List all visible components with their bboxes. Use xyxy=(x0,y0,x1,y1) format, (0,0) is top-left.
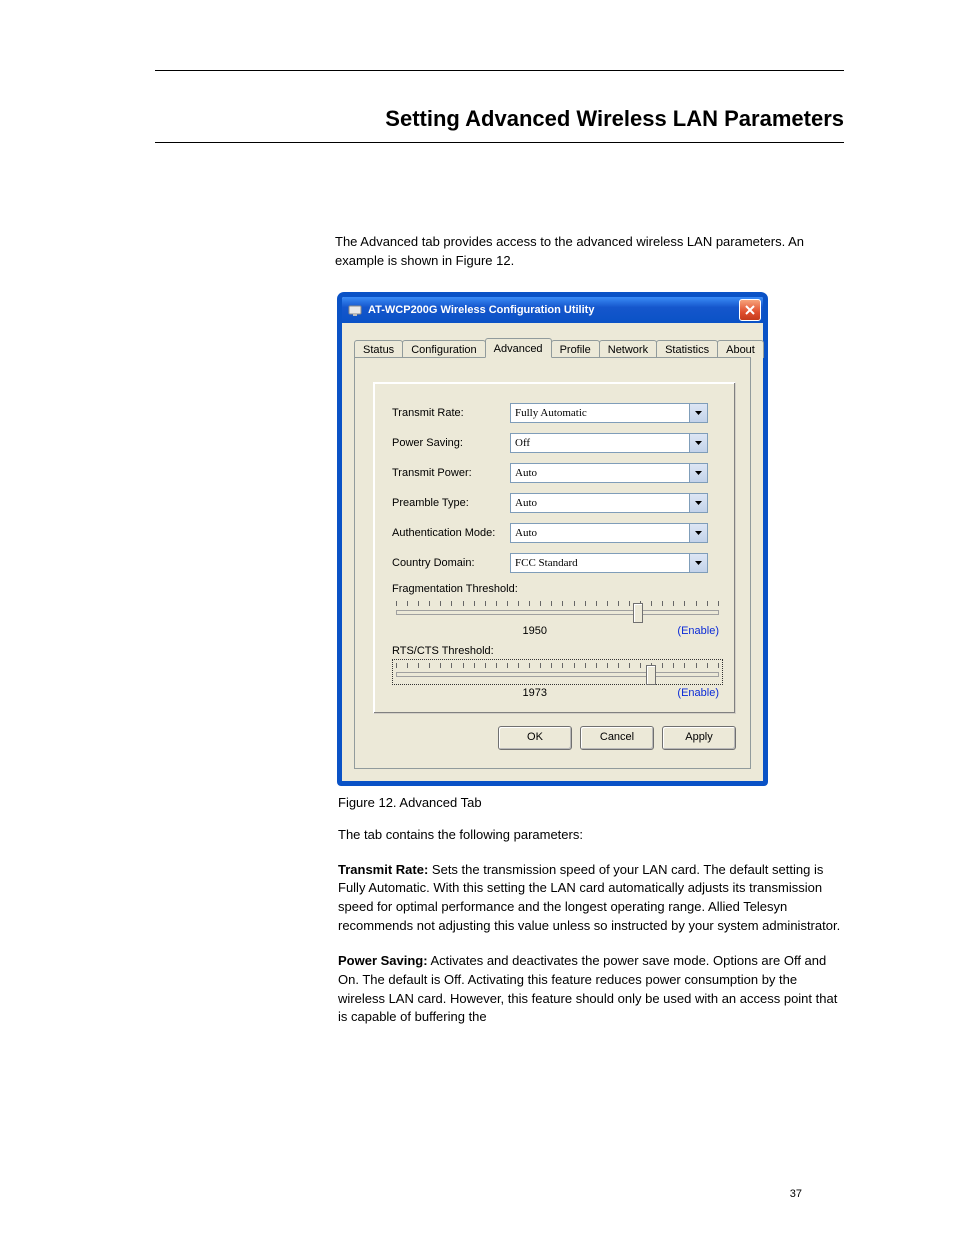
chevron-down-icon[interactable] xyxy=(689,404,707,422)
label-transmit-rate: Transmit Rate: xyxy=(392,407,510,419)
tab-network[interactable]: Network xyxy=(599,340,657,358)
page-number: 37 xyxy=(790,1188,802,1200)
combo-value: Auto xyxy=(515,467,537,479)
label-country-domain: Country Domain: xyxy=(392,557,510,569)
row-preamble-type: Preamble Type: Auto xyxy=(392,493,723,513)
tab-statistics[interactable]: Statistics xyxy=(656,340,718,358)
tab-strip: Status Configuration Advanced Profile Ne… xyxy=(354,338,751,358)
combo-transmit-power[interactable]: Auto xyxy=(510,463,708,483)
row-transmit-rate: Transmit Rate: Fully Automatic xyxy=(392,403,723,423)
apply-button[interactable]: Apply xyxy=(662,726,736,750)
titlebar[interactable]: AT-WCP200G Wireless Configuration Utilit… xyxy=(342,297,763,323)
combo-value: Off xyxy=(515,437,530,449)
chevron-down-icon[interactable] xyxy=(689,494,707,512)
combo-value: Auto xyxy=(515,497,537,509)
chapter-title: Setting Advanced Wireless LAN Parameters xyxy=(155,106,844,132)
body-paragraph-2: Transmit Rate: Sets the transmission spe… xyxy=(338,861,844,936)
term-transmit-rate: Transmit Rate: xyxy=(338,862,428,877)
tab-configuration[interactable]: Configuration xyxy=(402,340,485,358)
body-paragraph-1: The tab contains the following parameter… xyxy=(338,826,844,845)
slider-fragmentation[interactable] xyxy=(392,597,723,623)
combo-value: FCC Standard xyxy=(515,557,578,569)
slider-thumb[interactable] xyxy=(646,665,656,685)
row-country-domain: Country Domain: FCC Standard xyxy=(392,553,723,573)
label-auth-mode: Authentication Mode: xyxy=(392,527,510,539)
combo-preamble-type[interactable]: Auto xyxy=(510,493,708,513)
figure-caption: Figure 12. Advanced Tab xyxy=(338,795,844,810)
label-preamble-type: Preamble Type: xyxy=(392,497,510,509)
combo-transmit-rate[interactable]: Fully Automatic xyxy=(510,403,708,423)
combo-country-domain[interactable]: FCC Standard xyxy=(510,553,708,573)
row-auth-mode: Authentication Mode: Auto xyxy=(392,523,723,543)
slider-rail xyxy=(396,610,719,615)
rts-value: 1973 xyxy=(392,687,677,699)
ok-button[interactable]: OK xyxy=(498,726,572,750)
label-rts: RTS/CTS Threshold: xyxy=(392,645,723,657)
term-power-saving: Power Saving: xyxy=(338,953,428,968)
chevron-down-icon[interactable] xyxy=(689,464,707,482)
chevron-down-icon[interactable] xyxy=(689,554,707,572)
frag-enable-link[interactable]: (Enable) xyxy=(677,625,719,637)
body-paragraph-3: Power Saving: Activates and deactivates … xyxy=(338,952,844,1027)
close-button[interactable] xyxy=(739,299,761,321)
slider-ticks xyxy=(396,601,719,607)
tab-about[interactable]: About xyxy=(717,340,764,358)
slider-thumb[interactable] xyxy=(633,603,643,623)
frag-value: 1950 xyxy=(392,625,677,637)
top-rule xyxy=(155,70,844,71)
dialog-window: AT-WCP200G Wireless Configuration Utilit… xyxy=(338,293,767,785)
tab-status[interactable]: Status xyxy=(354,340,403,358)
chapter-rule xyxy=(155,142,844,143)
label-transmit-power: Transmit Power: xyxy=(392,467,510,479)
tab-advanced[interactable]: Advanced xyxy=(485,338,552,358)
cancel-button[interactable]: Cancel xyxy=(580,726,654,750)
slider-ticks xyxy=(396,663,719,669)
chevron-down-icon[interactable] xyxy=(689,434,707,452)
row-power-saving: Power Saving: Off xyxy=(392,433,723,453)
tab-profile[interactable]: Profile xyxy=(551,340,600,358)
slider-rts[interactable] xyxy=(392,659,723,685)
combo-power-saving[interactable]: Off xyxy=(510,433,708,453)
app-icon xyxy=(348,303,362,317)
intro-paragraph: The Advanced tab provides access to the … xyxy=(335,233,844,271)
window-title: AT-WCP200G Wireless Configuration Utilit… xyxy=(368,304,739,316)
tab-panel: Transmit Rate: Fully Automatic Power Sav… xyxy=(354,357,751,769)
combo-value: Fully Automatic xyxy=(515,407,587,419)
row-transmit-power: Transmit Power: Auto xyxy=(392,463,723,483)
chevron-down-icon[interactable] xyxy=(689,524,707,542)
rts-enable-link[interactable]: (Enable) xyxy=(677,687,719,699)
combo-value: Auto xyxy=(515,527,537,539)
slider-rail xyxy=(396,672,719,677)
combo-auth-mode[interactable]: Auto xyxy=(510,523,708,543)
label-fragmentation: Fragmentation Threshold: xyxy=(392,583,723,595)
label-power-saving: Power Saving: xyxy=(392,437,510,449)
